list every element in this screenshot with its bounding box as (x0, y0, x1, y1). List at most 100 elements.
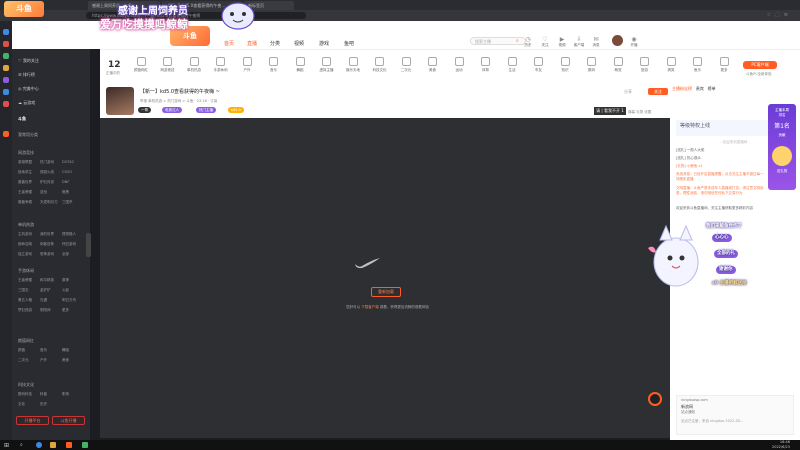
sidebar-category-link[interactable]: 明日方舟 (62, 298, 84, 303)
sidebar-category-link[interactable]: 我的世界 (40, 232, 62, 237)
download-client-link[interactable]: 下载客户端 (361, 305, 379, 309)
folder-taskbar-icon[interactable] (50, 442, 56, 448)
sidebar-category-link[interactable]: 美食 (62, 358, 84, 363)
sidebar-category-link[interactable]: 使命召唤 (18, 242, 40, 247)
sidebar-category-link[interactable]: 光遇 (40, 298, 62, 303)
sidebar-category-link[interactable]: 炉石传说 (40, 180, 62, 185)
message-icon[interactable]: ✉ 消息 (588, 36, 604, 48)
category-item[interactable]: 美食 (420, 57, 446, 73)
category-item[interactable]: 科技文化 (367, 57, 393, 73)
follow-icon[interactable]: ♡ 关注 (537, 36, 553, 48)
tab-rank[interactable]: 榜单 (708, 86, 716, 91)
sidebar-category-link[interactable]: 王者荣耀 (18, 190, 40, 195)
sidebar-section-title[interactable]: 手游休闲 (18, 268, 34, 274)
sidebar-category-link[interactable]: 热门游戏 (40, 160, 62, 165)
category-item[interactable]: 颜值网红 (128, 57, 154, 73)
extension-icon[interactable]: ⬚ (775, 12, 784, 18)
sidebar-category-link[interactable]: 怀旧游戏 (62, 242, 84, 247)
sidebar-category-link[interactable]: 三国志 (18, 288, 40, 293)
room-tag[interactable]: kd5.0 (228, 107, 244, 113)
category-item[interactable]: 车友 (526, 57, 552, 73)
sidebar-collapse-handle[interactable] (86, 233, 91, 257)
sidebar-category-link[interactable]: 刺客信条 (40, 242, 62, 247)
sidebar-item-center[interactable]: ◎ 完美中心 (18, 86, 39, 92)
sidebar-category-link[interactable]: 主机游戏 (18, 232, 40, 237)
nav-yuba[interactable]: 鱼吧 (344, 40, 354, 47)
category-item[interactable]: 虚拟主播 (314, 57, 340, 73)
star-icon[interactable]: ☆ (767, 12, 775, 18)
sidebar-category-link[interactable]: 原神 (62, 278, 84, 283)
sidebar-category-link[interactable]: 文化 (18, 402, 40, 407)
sidebar-category-link[interactable]: 英雄联盟 (18, 160, 40, 165)
tab-fan-rank[interactable]: 主播粉丝榜 (672, 86, 692, 91)
app-icon[interactable] (3, 77, 9, 83)
sidebar-category-link[interactable]: DOTA2 (62, 160, 84, 165)
sidebar-section-title[interactable]: 我常用分类 (18, 132, 38, 138)
sidebar-item-rank[interactable]: ☰ 排行榜 (18, 72, 35, 78)
nav-live[interactable]: 直播 (247, 40, 257, 47)
sidebar-category-link[interactable]: 全部 (62, 252, 84, 257)
sidebar-category-link[interactable]: 恐怖游戏 (40, 252, 62, 257)
nav-game[interactable]: 游戏 (319, 40, 329, 47)
sidebar-section-title[interactable]: 单机热游 (18, 222, 34, 228)
category-item[interactable]: 数码 (579, 57, 605, 73)
streamer-avatar[interactable] (106, 87, 134, 115)
sidebar-category-link[interactable]: 更多 (62, 308, 84, 313)
category-item[interactable]: 知识 (552, 57, 578, 73)
app-icon[interactable] (3, 29, 9, 35)
room-tag[interactable]: 热门主播 (196, 107, 216, 113)
app-icon[interactable] (3, 131, 9, 137)
windows-start-icon[interactable]: ⊞ (4, 442, 9, 449)
reload-button[interactable]: 重新加载 (371, 287, 401, 297)
sidebar-category-link[interactable]: 魔兽争霸 (18, 200, 40, 205)
browser-action-icons[interactable]: ☆⬚≡ (767, 12, 792, 18)
video-player[interactable] (100, 118, 670, 438)
sidebar-item-follow[interactable]: ♡ 我的关注 (18, 58, 39, 64)
sidebar-category-link[interactable]: 暗黑 (62, 190, 84, 195)
sidebar-category-link[interactable]: 火影 (62, 288, 84, 293)
sidebar-category-link[interactable]: 绝地求生 (18, 170, 40, 175)
site-notification-popup[interactable]: ningduosp.com 新浪网 站点通知 站点已注册，来自 ningduo … (676, 395, 794, 435)
sidebar-category-link[interactable]: 科普 (40, 392, 62, 397)
sidebar-category-link[interactable]: 阴阳师 (40, 308, 62, 313)
category-item[interactable]: 音乐 (261, 57, 287, 73)
nav-home[interactable]: 首页 (224, 40, 234, 47)
app-icon[interactable] (3, 89, 9, 95)
sidebar-category-link[interactable]: 音乐 (40, 348, 62, 353)
category-item[interactable]: 手游休闲 (208, 57, 234, 73)
sidebar-category-link[interactable]: CSGO (62, 170, 84, 175)
category-item[interactable]: 旅游 (632, 57, 658, 73)
sidebar-category-link[interactable]: 独立游戏 (18, 252, 40, 257)
app-icon[interactable] (3, 41, 9, 47)
sidebar-category-link[interactable]: 怪物猎人 (62, 232, 84, 237)
sidebar-section-title[interactable]: 颜值网红 (18, 338, 34, 344)
category-item[interactable]: 运动 (446, 57, 472, 73)
sidebar-category-link[interactable]: 三国杀 (62, 200, 84, 205)
sidebar-category-link[interactable]: 职场 (62, 392, 84, 397)
sidebar-section-title[interactable]: 科技文化 (18, 382, 34, 388)
player-float-button[interactable] (648, 392, 662, 406)
room-tag[interactable]: 一哥 (138, 107, 151, 113)
player-settings-links[interactable]: 弹幕 礼物 设置 (628, 110, 651, 115)
category-item[interactable]: 户外 (234, 57, 260, 73)
app-icon[interactable] (3, 101, 9, 107)
category-item[interactable]: 搞笑 (658, 57, 684, 73)
sidebar-category-link[interactable]: 魔兽世界 (18, 180, 40, 185)
follow-button[interactable]: 关注 (648, 88, 668, 95)
danmaku-toggle[interactable]: 请 | 看我不开 1 (594, 107, 626, 115)
sidebar-brand[interactable]: 斗鱼 (18, 116, 26, 122)
download-icon[interactable]: ⇩ 客户端 (571, 36, 587, 48)
sidebar-category-link[interactable]: 历史 (40, 402, 62, 407)
category-item[interactable]: 生活 (499, 57, 525, 73)
user-avatar[interactable] (612, 35, 623, 46)
sidebar-category-link[interactable]: 和平精英 (40, 278, 62, 283)
sidebar-item-cloudgame[interactable]: ☁ 云游戏 (18, 100, 35, 106)
category-item[interactable]: 体育 (473, 57, 499, 73)
search-icon[interactable]: ⌕ (20, 442, 23, 448)
sidebar-category-link[interactable]: 梦幻西游 (18, 308, 40, 313)
anchor-rank-panel[interactable]: 主播本周 排名 第1名 贡献 送礼物 (768, 104, 796, 190)
sidebar-category-link[interactable]: 金铲铲 (40, 288, 62, 293)
sidebar-category-link[interactable]: 第五人格 (18, 298, 40, 303)
app-icon[interactable] (3, 65, 9, 71)
category-item[interactable]: 单机热游 (181, 57, 207, 73)
